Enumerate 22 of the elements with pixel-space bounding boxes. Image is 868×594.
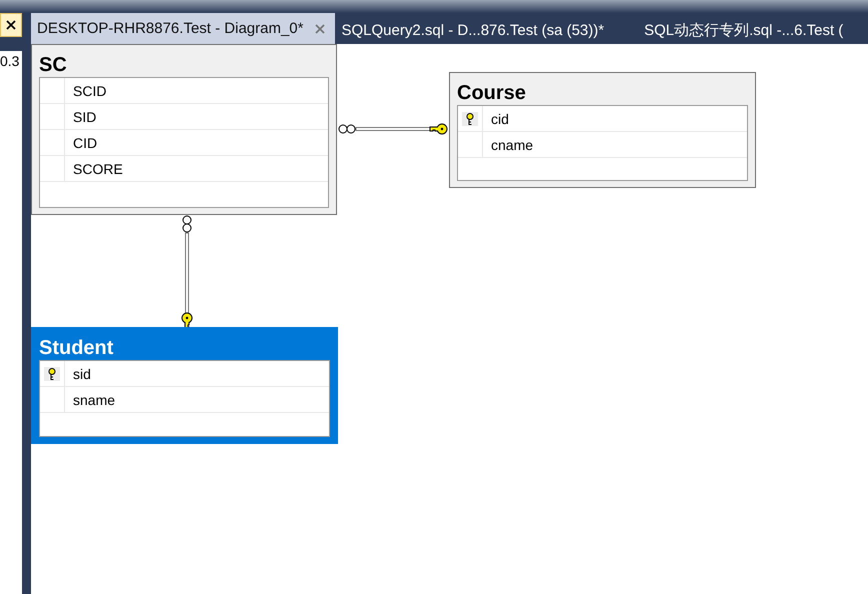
table-box[interactable]: Student sid sname — [31, 327, 338, 444]
table-box[interactable]: Course cid cname — [449, 72, 756, 188]
key-icon — [462, 112, 478, 126]
column-name: SCORE — [72, 160, 123, 176]
table-box[interactable]: SC SCID SID CID SCORE — [31, 44, 337, 215]
document-tab[interactable]: SQLQuery2.sql - D...876.Test (sa (53))* — [341, 17, 610, 44]
document-tab[interactable]: SQL动态行专列.sql -...6.Test ( — [644, 17, 850, 44]
table-title: Course — [457, 81, 527, 105]
close-icon[interactable] — [4, 18, 18, 32]
column-name: SCID — [72, 82, 106, 98]
column-name: SID — [72, 108, 96, 124]
value-text: 0.3 — [0, 53, 20, 69]
column-name: CID — [72, 134, 98, 150]
column-name: sid — [72, 366, 91, 382]
column-name: sname — [72, 392, 116, 408]
document-tab[interactable]: DESKTOP-RHR8876.Test - Diagram_0* — [31, 13, 336, 44]
close-button[interactable] — [0, 13, 22, 37]
key-icon — [44, 366, 60, 380]
table-title: SC — [39, 53, 68, 77]
table-title: Student — [39, 336, 114, 360]
column-name: cname — [490, 136, 534, 152]
column-name: cid — [490, 110, 509, 126]
